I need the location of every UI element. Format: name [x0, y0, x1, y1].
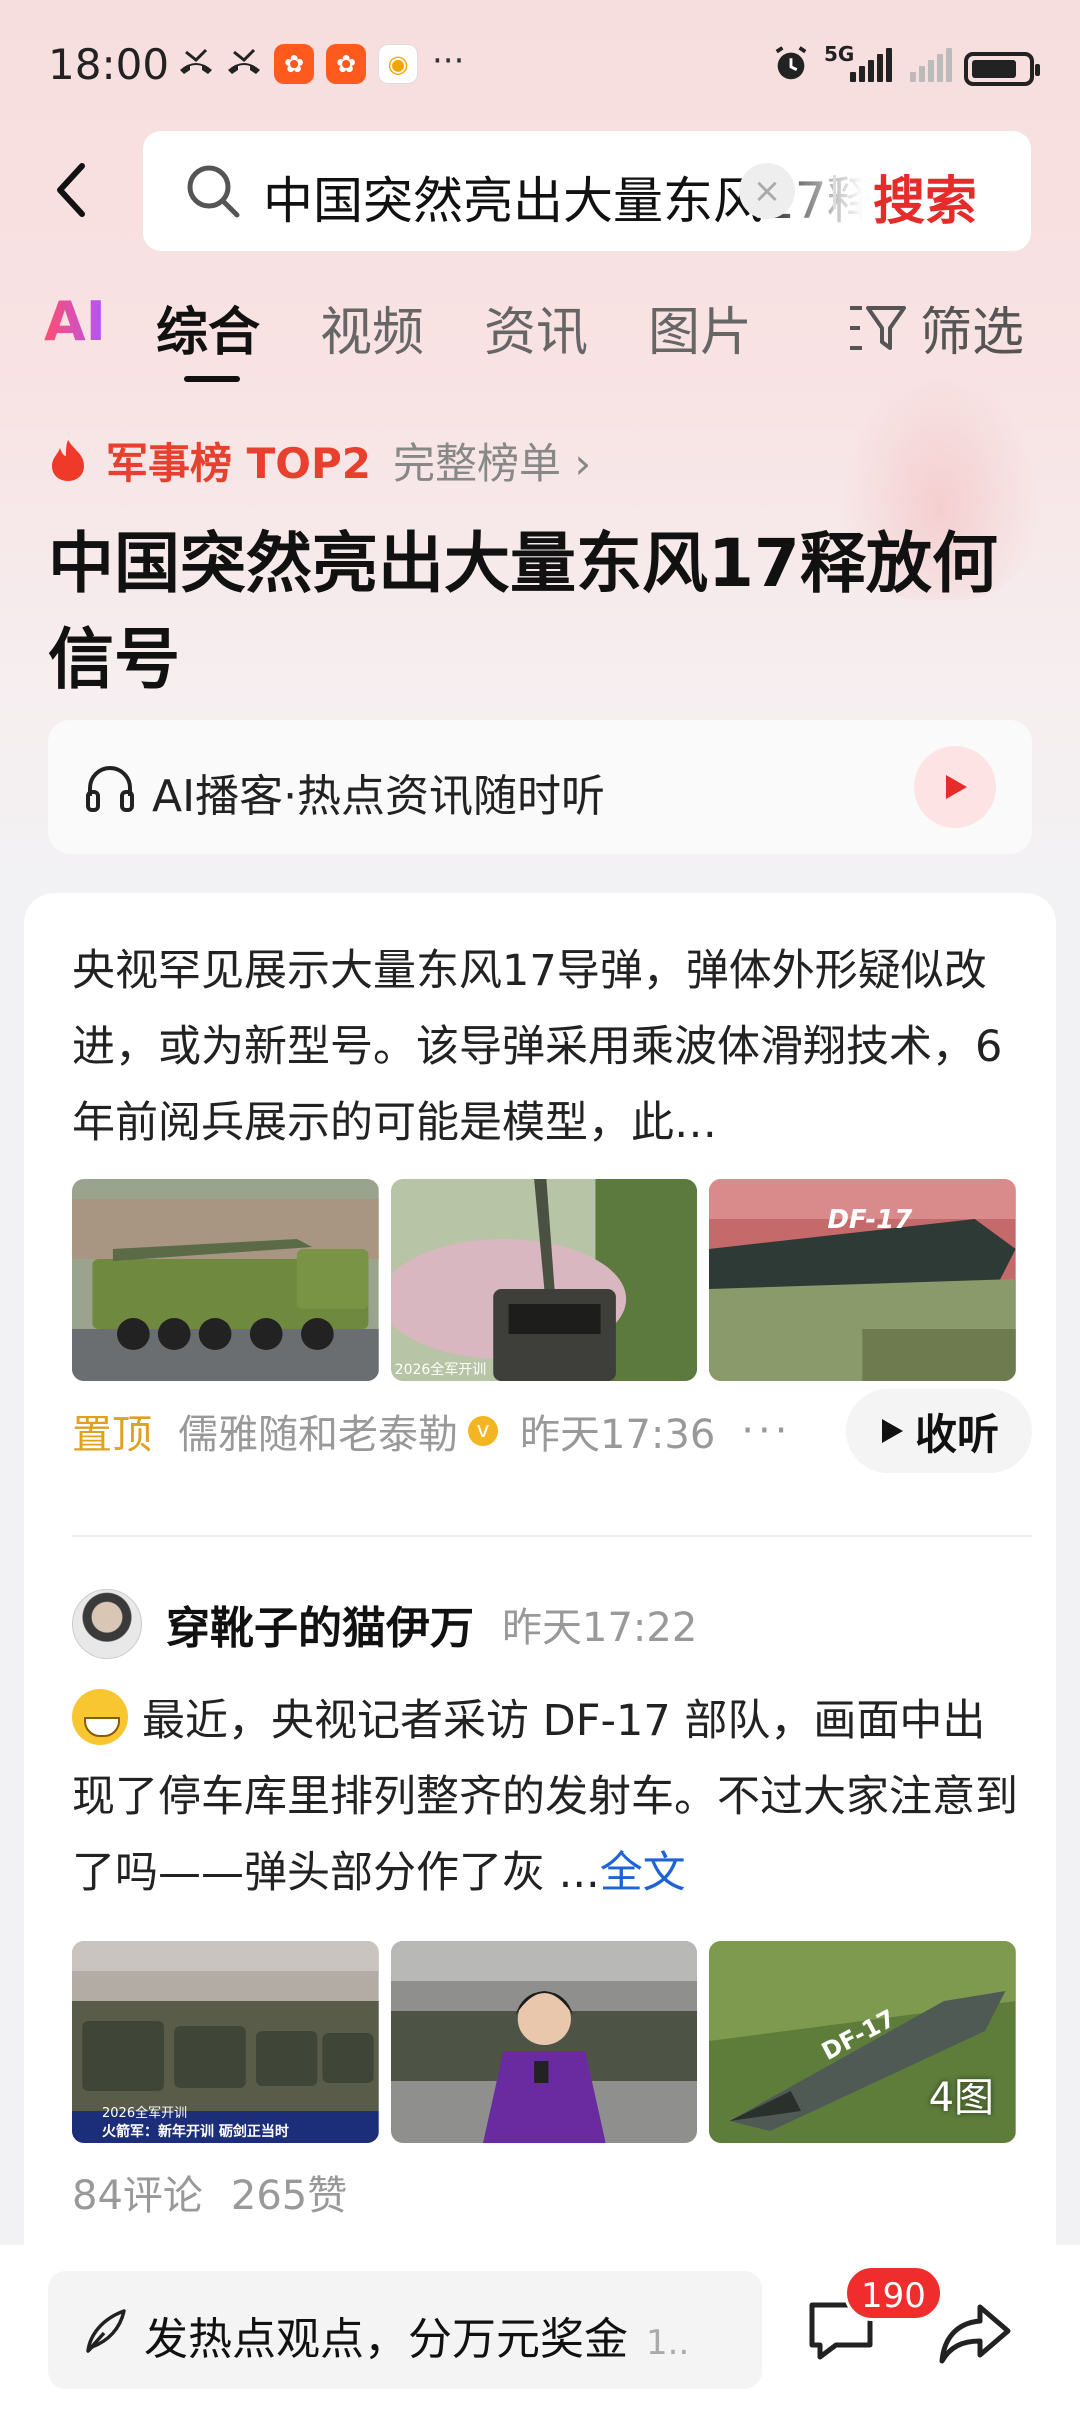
pen-icon	[86, 2309, 126, 2353]
signal-strength-icon	[850, 46, 892, 82]
post2-image-df17[interactable]: DF-17 4图	[709, 1941, 1017, 2143]
post2-image-reporter[interactable]	[390, 1941, 698, 2143]
app-notification-icon: ✿	[274, 44, 314, 84]
clear-search-button[interactable]: ×	[739, 163, 795, 219]
rank-row[interactable]: 军事榜 TOP2 完整榜单 ›	[48, 430, 591, 490]
tab-images[interactable]: 图片	[648, 290, 752, 365]
post2-author[interactable]: 穿靴子的猫伊万	[166, 1592, 474, 1656]
full-ranking-label: 完整榜单	[392, 438, 561, 488]
search-icon	[187, 165, 240, 218]
post1-author[interactable]: 儒雅随和老泰勒	[178, 1402, 458, 1460]
launch-smoke-image	[390, 1179, 698, 1381]
post1-image-df17[interactable]: DF-17	[709, 1179, 1017, 1381]
post2-image-caption: 火箭军：新年开训 砺剑正当时	[102, 2124, 289, 2140]
search-button[interactable]: 搜索	[873, 159, 977, 234]
avatar[interactable]	[72, 1589, 142, 1659]
post1-meta: 置顶 儒雅随和老泰勒 v 昨天17:36 ··· 收听	[72, 1389, 1032, 1473]
result-tabs: AI 综合 视频 资讯 图片 筛选	[0, 290, 1080, 390]
alarm-icon	[775, 46, 807, 80]
post2-stats: 84评论 265赞	[72, 2163, 375, 2221]
post2-image-garage[interactable]: 2026全军开训 火箭军：新年开训 砺剑正当时	[72, 1941, 379, 2143]
results-card: 央视罕见展示大量东风17导弹，弹体外形疑似改进，或为新型号。该导弹采用乘波体滑翔…	[24, 893, 1056, 2273]
missed-call-icon	[228, 48, 260, 74]
post2-image-top-caption: 2026全军开训	[102, 2106, 188, 2121]
grin-emoji-icon	[72, 1689, 128, 1745]
fire-icon	[52, 440, 84, 481]
missed-call-icon	[180, 48, 212, 74]
post2-body: 最近，央视记者采访 DF-17 部队，画面中出现了停车库里排列整齐的发射车。不过…	[72, 1696, 1018, 1898]
comment-placeholder: 发热点观点，分万元奖金 1..	[144, 2303, 689, 2367]
topic-headline[interactable]: 中国突然亮出大量东风17释放何信号	[48, 516, 1038, 708]
comment-placeholder-suffix: 1..	[646, 2323, 690, 2363]
search-divider	[833, 175, 836, 209]
ai-podcast-banner[interactable]: AI播客·热点资讯随时听	[48, 720, 1032, 854]
verified-icon: v	[468, 1416, 498, 1446]
battery-icon	[964, 52, 1040, 86]
post1-time: 昨天17:36	[520, 1412, 716, 1458]
image-count-badge: 4图	[928, 2075, 995, 2121]
comment-input[interactable]: 发热点观点，分万元奖金 1..	[48, 2271, 762, 2389]
bottom-action-bar: 发热点观点，分万元奖金 1.. 190	[0, 2245, 1080, 2412]
active-tab-indicator	[184, 376, 240, 382]
post2-text[interactable]: 最近，央视记者采访 DF-17 部队，画面中出现了停车库里排列整齐的发射车。不过…	[72, 1683, 1028, 1911]
podcast-play-button[interactable]	[914, 746, 996, 828]
browser-app-icon: ◉	[378, 44, 418, 84]
filter-icon	[850, 305, 906, 350]
app-notification-icon: ✿	[326, 44, 366, 84]
post2-time: 昨天17:22	[502, 1605, 698, 1651]
post2-ellipsis: ...	[558, 1848, 600, 1898]
rank-label: 军事榜 TOP2	[106, 438, 371, 488]
comment-count[interactable]: 84评论	[72, 2173, 203, 2219]
parade-truck-image	[72, 1179, 379, 1381]
share-icon[interactable]	[938, 2301, 1012, 2365]
status-bar: 18:00 ✿ ✿ ◉ ··· 5G	[0, 0, 1080, 135]
status-time: 18:00	[48, 40, 170, 89]
reporter-image	[390, 1941, 698, 2143]
search-bar[interactable]: 中国突然亮出大量东风17释放何信号 × 搜索	[143, 131, 1031, 251]
tab-video[interactable]: 视频	[320, 290, 424, 365]
comment-placeholder-text: 发热点观点，分万元奖金	[144, 2314, 628, 2365]
df17-label: DF-17	[827, 1205, 913, 1235]
more-notifications-icon: ···	[432, 41, 465, 81]
pinned-badge: 置顶	[72, 1412, 152, 1458]
headphone-icon	[86, 766, 134, 812]
post-divider	[72, 1535, 1032, 1537]
like-count[interactable]: 265赞	[231, 2173, 347, 2219]
play-icon	[881, 1419, 903, 1443]
post1-image-caption: 2026全军开训	[394, 1362, 487, 1378]
post1-image-parade[interactable]	[72, 1179, 379, 1381]
post1-image-launch[interactable]: 2026全军开训	[390, 1179, 698, 1381]
back-arrow-icon[interactable]	[44, 160, 104, 220]
filter-label: 筛选	[920, 303, 1025, 363]
more-options-icon[interactable]: ···	[741, 1408, 791, 1454]
full-ranking-link[interactable]: 完整榜单 ›	[393, 430, 591, 491]
post2-image-row: 2026全军开训 火箭军：新年开训 砺剑正当时 DF-17 4图	[72, 1941, 1017, 2143]
filter-button[interactable]: 筛选	[848, 290, 1024, 365]
chevron-right-icon: ›	[574, 438, 592, 488]
signal-strength-2-icon	[910, 46, 952, 82]
play-icon	[946, 775, 967, 799]
tab-ai[interactable]: AI	[44, 290, 106, 353]
post2-author-row[interactable]: 穿靴子的猫伊万 昨天17:22	[72, 1589, 697, 1659]
podcast-label: AI播客·热点资讯随时听	[152, 771, 606, 822]
comment-count-badge: 190	[844, 2265, 943, 2321]
full-text-link[interactable]: 全文	[600, 1848, 686, 1898]
listen-button[interactable]: 收听	[846, 1389, 1032, 1473]
listen-label: 收听	[914, 1409, 999, 1459]
post1-image-row: 2026全军开训 DF-17	[72, 1179, 1017, 1381]
tab-comprehensive[interactable]: 综合	[156, 290, 260, 365]
tab-news[interactable]: 资讯	[484, 290, 588, 365]
post1-summary[interactable]: 央视罕见展示大量东风17导弹，弹体外形疑似改进，或为新型号。该导弹采用乘波体滑翔…	[72, 933, 1028, 1161]
